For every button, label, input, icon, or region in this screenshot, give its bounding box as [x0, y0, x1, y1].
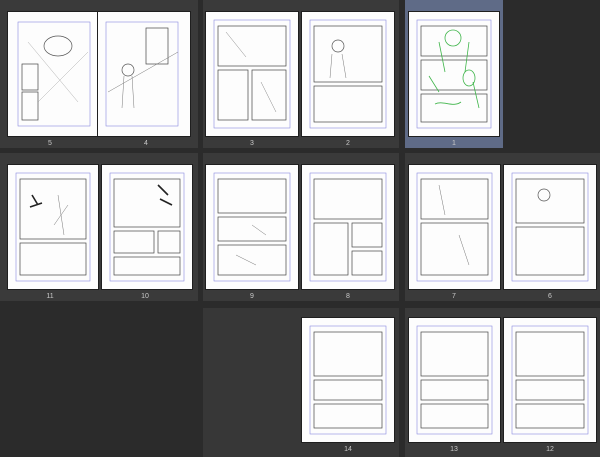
page-thumbnail-1[interactable]: [409, 12, 499, 136]
page-sketch: [309, 172, 387, 282]
page-number-9: 9: [250, 293, 254, 300]
page-thumbnail-2[interactable]: [302, 12, 394, 136]
page-thumbnail-13[interactable]: [409, 318, 500, 442]
page-number-11: 11: [46, 293, 54, 300]
page-thumbnail-3[interactable]: [206, 12, 298, 136]
page-sketch: [416, 172, 493, 282]
page-sketch: [109, 172, 185, 282]
page-number-3: 3: [250, 140, 254, 147]
page-thumbnail-5[interactable]: [8, 12, 98, 136]
page-thumbnail-6[interactable]: [504, 165, 596, 289]
page-sketch: [105, 21, 179, 127]
page-sketch: [511, 325, 589, 435]
page-sketch: [309, 325, 387, 435]
page-thumbnail-14[interactable]: [302, 318, 394, 442]
page-thumbnail-4[interactable]: [98, 12, 190, 136]
page-number-14: 14: [344, 446, 352, 453]
page-sketch: [309, 19, 387, 129]
page-sketch: [15, 172, 91, 282]
page-thumbnail-9[interactable]: [206, 165, 298, 289]
page-number-10: 10: [141, 293, 149, 300]
page-number-7: 7: [452, 293, 456, 300]
page-sketch: [416, 325, 493, 435]
page-thumbnail-11[interactable]: [8, 165, 98, 289]
page-thumbnail-8[interactable]: [302, 165, 394, 289]
page-sketch: [511, 172, 589, 282]
page-number-6: 6: [548, 293, 552, 300]
page-sketch: [213, 19, 291, 129]
page-number-4: 4: [144, 140, 148, 147]
page-number-13: 13: [450, 446, 458, 453]
page-sketch: [213, 172, 291, 282]
page-number-2: 2: [346, 140, 350, 147]
page-sketch: [416, 19, 492, 129]
page-number-1: 1: [452, 140, 456, 147]
page-number-8: 8: [346, 293, 350, 300]
page-thumbnail-10[interactable]: [102, 165, 192, 289]
page-thumbnail-7[interactable]: [409, 165, 500, 289]
page-number-5: 5: [48, 140, 52, 147]
page-thumbnail-12[interactable]: [504, 318, 596, 442]
page-number-12: 12: [546, 446, 554, 453]
page-sketch: [17, 21, 91, 127]
